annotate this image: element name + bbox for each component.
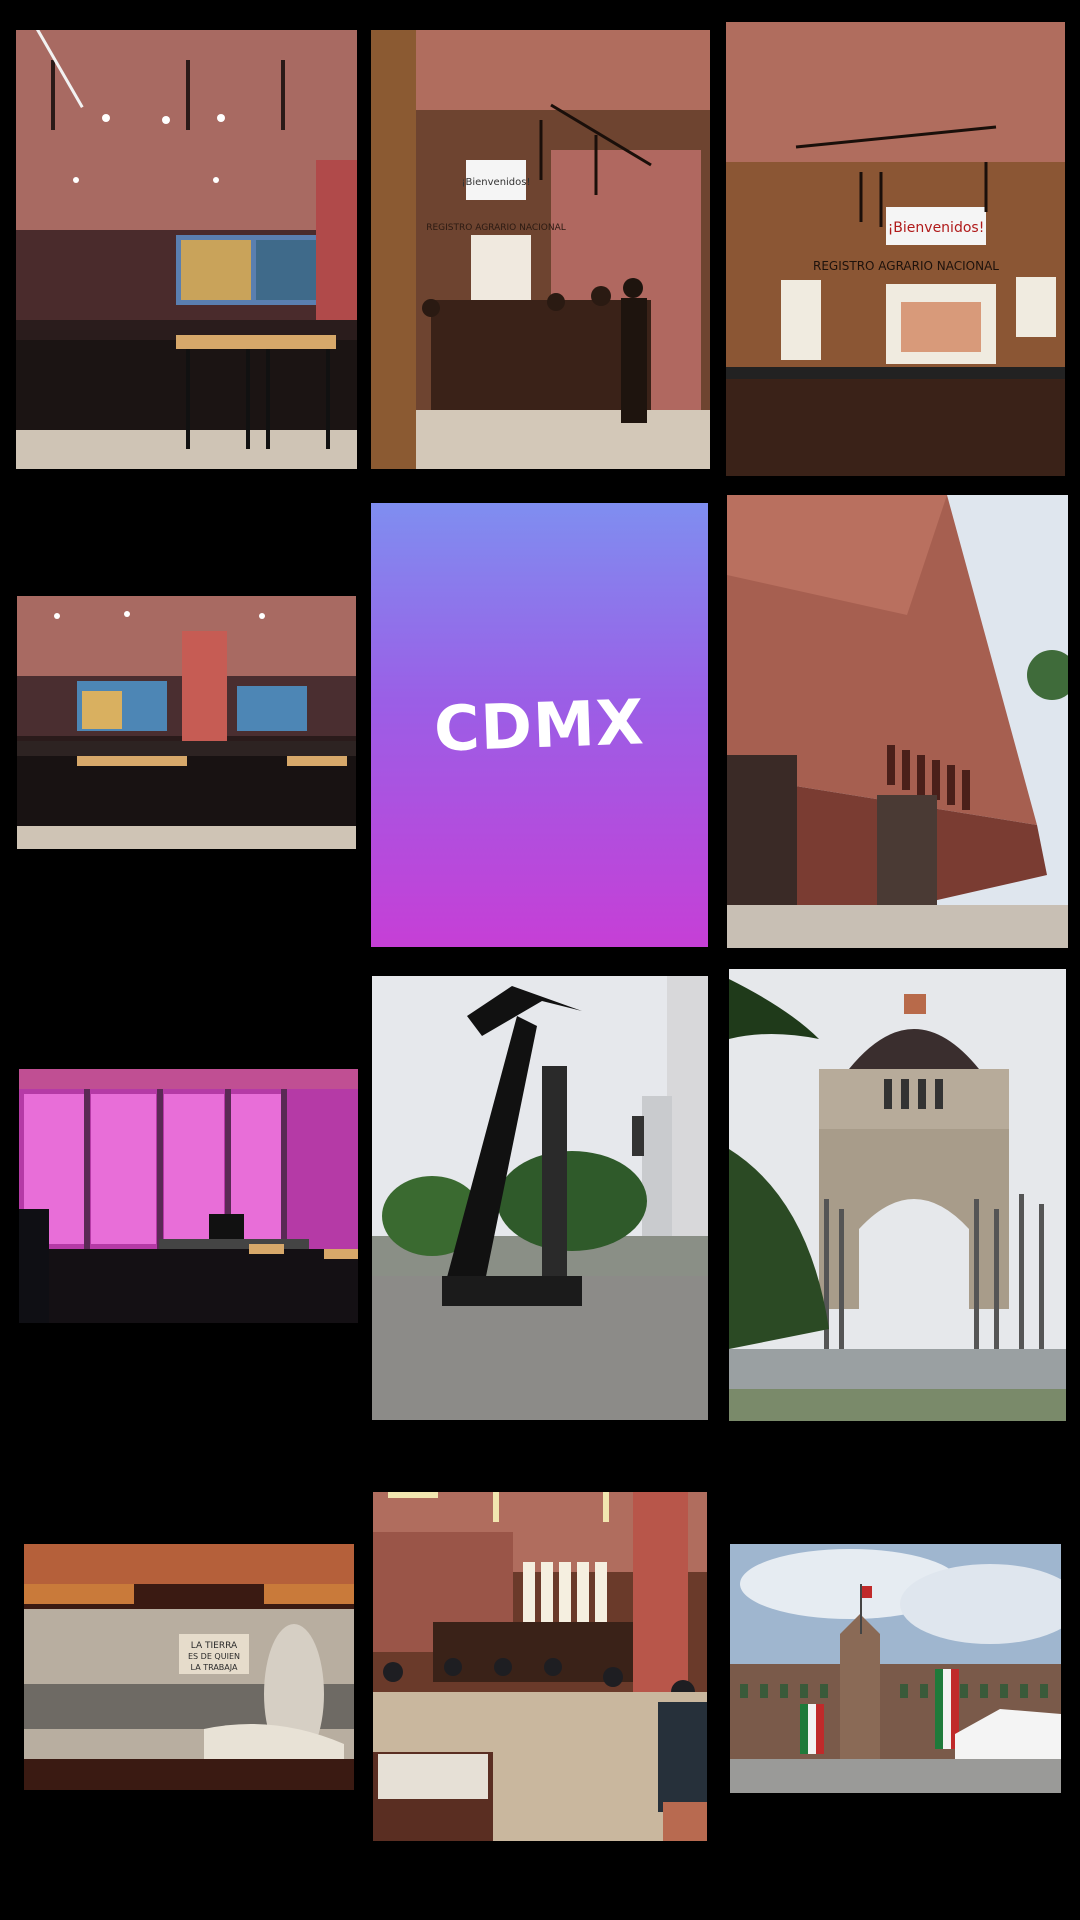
photo-black-sculpture[interactable]	[372, 976, 708, 1420]
photo-magenta-office[interactable]	[19, 1069, 358, 1323]
welcome-banner-text: ¡Bienvenidos!	[888, 220, 985, 236]
mural-banner-1: LA TIERRA	[191, 1641, 238, 1651]
photo-reception-desk[interactable]: ¡Bienvenidos! REGISTRO AGRARIO NACIONAL	[371, 30, 710, 469]
registry-wall-text: REGISTRO AGRARIO NACIONAL	[813, 259, 999, 273]
cdmx-title-card: CDMX	[371, 503, 708, 947]
photo-waiting-hall[interactable]	[373, 1492, 707, 1841]
photo-national-palace[interactable]	[730, 1544, 1061, 1793]
photo-revolution-monument[interactable]	[729, 969, 1066, 1421]
photo-office-hall-stools[interactable]	[16, 30, 357, 469]
photo-mural[interactable]: LA TIERRA ES DE QUIEN LA TRABAJA	[24, 1544, 354, 1790]
cdmx-title: CDMX	[433, 684, 646, 766]
photo-reception-wall[interactable]: ¡Bienvenidos! REGISTRO AGRARIO NACIONAL	[726, 22, 1065, 476]
registry-sign-text: REGISTRO AGRARIO NACIONAL	[426, 223, 566, 233]
welcome-sign-text: ¡Bienvenidos!	[461, 177, 530, 188]
mural-banner-2: ES DE QUIEN	[188, 1652, 240, 1661]
photo-building-facade[interactable]	[727, 495, 1068, 948]
photo-office-hall-wide[interactable]	[17, 596, 356, 849]
mural-banner-3: LA TRABAJA	[191, 1663, 238, 1672]
